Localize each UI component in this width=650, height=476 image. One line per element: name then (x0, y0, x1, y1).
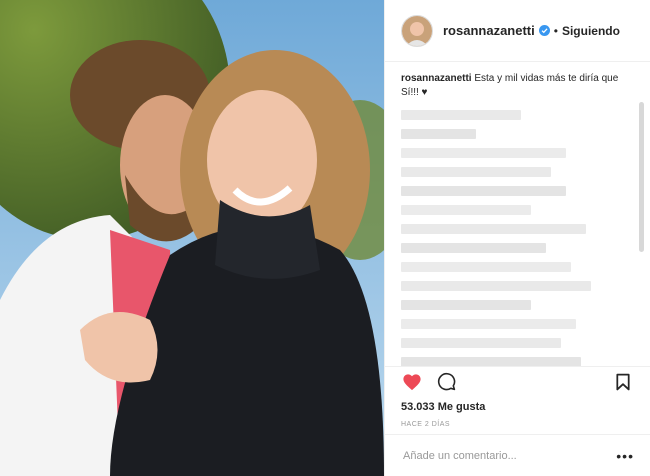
blurred-comment (401, 110, 521, 120)
save-button[interactable] (612, 371, 634, 393)
comments-area: rosannazanetti Esta y mil vidas más te d… (385, 62, 650, 366)
blurred-comment (401, 167, 551, 177)
blurred-comment (401, 243, 546, 253)
blurred-comment (401, 319, 576, 329)
add-comment-bar: ••• (385, 434, 650, 476)
action-bar (385, 366, 650, 396)
like-button[interactable] (401, 371, 423, 393)
blurred-comment (401, 148, 566, 158)
post-header: rosannazanetti • Siguiendo (385, 0, 650, 62)
blurred-comment (401, 300, 531, 310)
blurred-comment (401, 357, 581, 366)
comment-button[interactable] (435, 371, 457, 393)
verified-icon (538, 25, 550, 36)
blurred-comment (401, 262, 571, 272)
avatar[interactable] (401, 14, 433, 47)
likes-count[interactable]: 53.033 Me gusta (401, 401, 485, 413)
post-image (0, 0, 384, 476)
header-username[interactable]: rosannazanetti (443, 23, 535, 38)
post-photo[interactable] (0, 0, 384, 476)
blurred-comment (401, 129, 476, 139)
heart-icon (403, 373, 421, 390)
following-button[interactable]: Siguiendo (562, 24, 620, 38)
caption-username[interactable]: rosannazanetti (401, 73, 472, 84)
blurred-comment (401, 205, 531, 215)
instagram-post: rosannazanetti • Siguiendo rosannazanett… (0, 0, 650, 476)
caption: rosannazanetti Esta y mil vidas más te d… (401, 72, 634, 100)
blurred-comment (401, 281, 591, 291)
comment-input[interactable] (401, 448, 617, 463)
blurred-comment (401, 186, 566, 196)
blurred-comment (401, 338, 561, 348)
post-sidebar: rosannazanetti • Siguiendo rosannazanett… (384, 0, 650, 476)
blurred-comment (401, 224, 586, 234)
avatar-image (402, 15, 432, 46)
comment-icon (437, 372, 455, 391)
bookmark-icon (616, 373, 630, 390)
comments-scrollbar[interactable] (639, 102, 644, 252)
more-options-icon[interactable]: ••• (616, 448, 634, 464)
header-separator: • (553, 23, 558, 38)
post-date: HACE 2 DÍAS (401, 421, 451, 428)
